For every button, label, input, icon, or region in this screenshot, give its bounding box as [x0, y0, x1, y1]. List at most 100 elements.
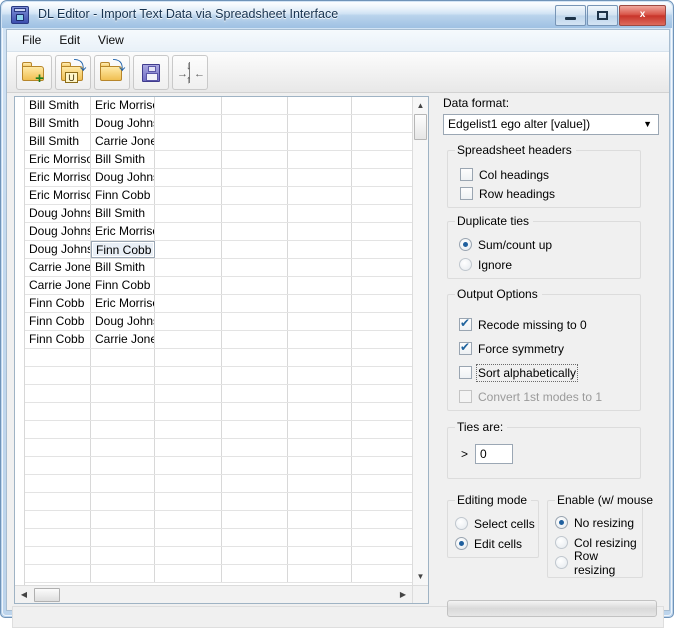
grid-cell[interactable]: Doug Johnson [91, 115, 155, 132]
grid-cell[interactable] [155, 565, 222, 582]
grid-cell[interactable] [288, 547, 352, 564]
table-row[interactable]: Carrie Jones Finn Cobb [25, 277, 413, 295]
grid-cell[interactable] [222, 475, 288, 492]
checkbox-force-symmetry[interactable]: Force symmetry [459, 339, 564, 358]
checkbox-sort-alphabetically[interactable]: Sort alphabetically [459, 363, 579, 382]
grid-cell[interactable] [91, 511, 155, 528]
radio-row-resizing[interactable]: Row resizing [555, 549, 642, 577]
grid-cell[interactable] [288, 403, 352, 420]
table-row[interactable] [25, 367, 413, 385]
grid-cell[interactable] [352, 241, 413, 258]
table-row[interactable] [25, 439, 413, 457]
menu-edit[interactable]: Edit [50, 30, 89, 51]
grid-cell[interactable] [288, 295, 352, 312]
grid-cell[interactable] [288, 385, 352, 402]
maximize-button[interactable] [587, 5, 618, 26]
grid-cell[interactable] [91, 547, 155, 564]
grid-cell[interactable] [25, 547, 91, 564]
grid-cell[interactable] [352, 349, 413, 366]
radio-select-cells[interactable]: Select cells [455, 514, 535, 533]
vertical-scroll-thumb[interactable] [414, 114, 427, 140]
grid-cell[interactable] [352, 187, 413, 204]
grid-cell[interactable] [155, 349, 222, 366]
grid-cell[interactable] [352, 97, 413, 114]
grid-cell[interactable] [155, 187, 222, 204]
grid-cell[interactable] [222, 349, 288, 366]
table-row[interactable] [25, 421, 413, 439]
table-row[interactable]: Eric MorrisonBill Smith [25, 151, 413, 169]
grid-cell[interactable] [91, 421, 155, 438]
grid-cell[interactable] [25, 349, 91, 366]
grid-cell[interactable] [288, 133, 352, 150]
table-row[interactable] [25, 511, 413, 529]
grid-cell[interactable] [91, 439, 155, 456]
grid-cell[interactable] [352, 313, 413, 330]
grid-cell[interactable]: Eric Morrison [25, 169, 91, 186]
horizontal-scroll-thumb[interactable] [34, 588, 60, 602]
grid-cell[interactable] [25, 403, 91, 420]
radio-row-resizing-dot[interactable] [555, 556, 568, 569]
grid-cell[interactable]: Carrie Jones [25, 277, 91, 294]
grid-cell[interactable] [352, 223, 413, 240]
grid-cell[interactable] [352, 259, 413, 276]
minimize-button[interactable] [555, 5, 586, 26]
fit-columns-button[interactable]: ↓ → ← ↑ [172, 54, 208, 90]
checkbox-sort-alphabetically-box[interactable] [459, 366, 472, 379]
radio-sum-count-up[interactable]: Sum/count up [459, 235, 552, 254]
grid-cell[interactable] [352, 547, 413, 564]
table-row[interactable]: Bill SmithDoug Johnson [25, 115, 413, 133]
scroll-right-icon[interactable]: ▶ [396, 588, 410, 602]
grid-cell[interactable]: Doug Johnson [25, 241, 91, 258]
radio-edit-cells-dot[interactable] [455, 537, 468, 550]
grid-cell[interactable] [352, 475, 413, 492]
grid-cell[interactable] [352, 169, 413, 186]
table-row[interactable] [25, 349, 413, 367]
grid-cell[interactable]: Bill Smith [91, 205, 155, 222]
grid-cell[interactable] [288, 169, 352, 186]
ties-threshold-input[interactable]: 0 [475, 444, 514, 464]
grid-cell[interactable] [288, 259, 352, 276]
grid-cell[interactable] [222, 115, 288, 132]
grid-cell[interactable] [222, 493, 288, 510]
new-file-button[interactable]: + [16, 54, 52, 90]
table-row[interactable] [25, 475, 413, 493]
grid-cell[interactable] [222, 529, 288, 546]
grid-cell[interactable] [222, 313, 288, 330]
grid-cell[interactable] [222, 385, 288, 402]
grid-cell[interactable] [288, 97, 352, 114]
radio-no-resizing-dot[interactable] [555, 516, 568, 529]
grid-cell[interactable] [222, 151, 288, 168]
grid-cell[interactable]: Finn Cobb [91, 277, 155, 294]
grid-cell[interactable] [288, 421, 352, 438]
table-row[interactable] [25, 385, 413, 403]
table-row[interactable]: Doug JohnsonFinn Cobb [25, 241, 413, 259]
grid-cell[interactable] [222, 439, 288, 456]
grid-cell[interactable] [91, 493, 155, 510]
grid-cell[interactable] [288, 457, 352, 474]
radio-ignore[interactable]: Ignore [459, 255, 512, 274]
scroll-left-icon[interactable]: ◀ [17, 588, 31, 602]
grid-cell[interactable] [222, 421, 288, 438]
table-row[interactable]: Doug JohnsonBill Smith [25, 205, 413, 223]
grid-cell[interactable] [288, 151, 352, 168]
grid-cell[interactable]: Bill Smith [91, 151, 155, 168]
grid-cell[interactable] [288, 367, 352, 384]
grid-cell[interactable]: Eric Morrison [91, 223, 155, 240]
grid-cell[interactable] [352, 367, 413, 384]
grid-cell[interactable] [155, 295, 222, 312]
open-file-button[interactable]: ⤵ [94, 54, 130, 90]
menu-file[interactable]: File [13, 30, 50, 51]
grid-cell[interactable] [155, 241, 222, 258]
grid-cell[interactable] [155, 331, 222, 348]
grid-cell[interactable]: Doug Johnson [25, 205, 91, 222]
grid-cell[interactable]: Finn Cobb [25, 331, 91, 348]
grid-cell[interactable] [222, 133, 288, 150]
table-row[interactable]: Eric MorrisonDoug Johnson [25, 169, 413, 187]
grid-cell[interactable] [288, 205, 352, 222]
grid-cell[interactable] [155, 385, 222, 402]
grid-cell[interactable] [155, 457, 222, 474]
grid-cell[interactable] [25, 493, 91, 510]
grid-cell[interactable]: Bill Smith [91, 259, 155, 276]
checkbox-force-symmetry-box[interactable] [459, 340, 472, 355]
grid-cell[interactable] [222, 223, 288, 240]
